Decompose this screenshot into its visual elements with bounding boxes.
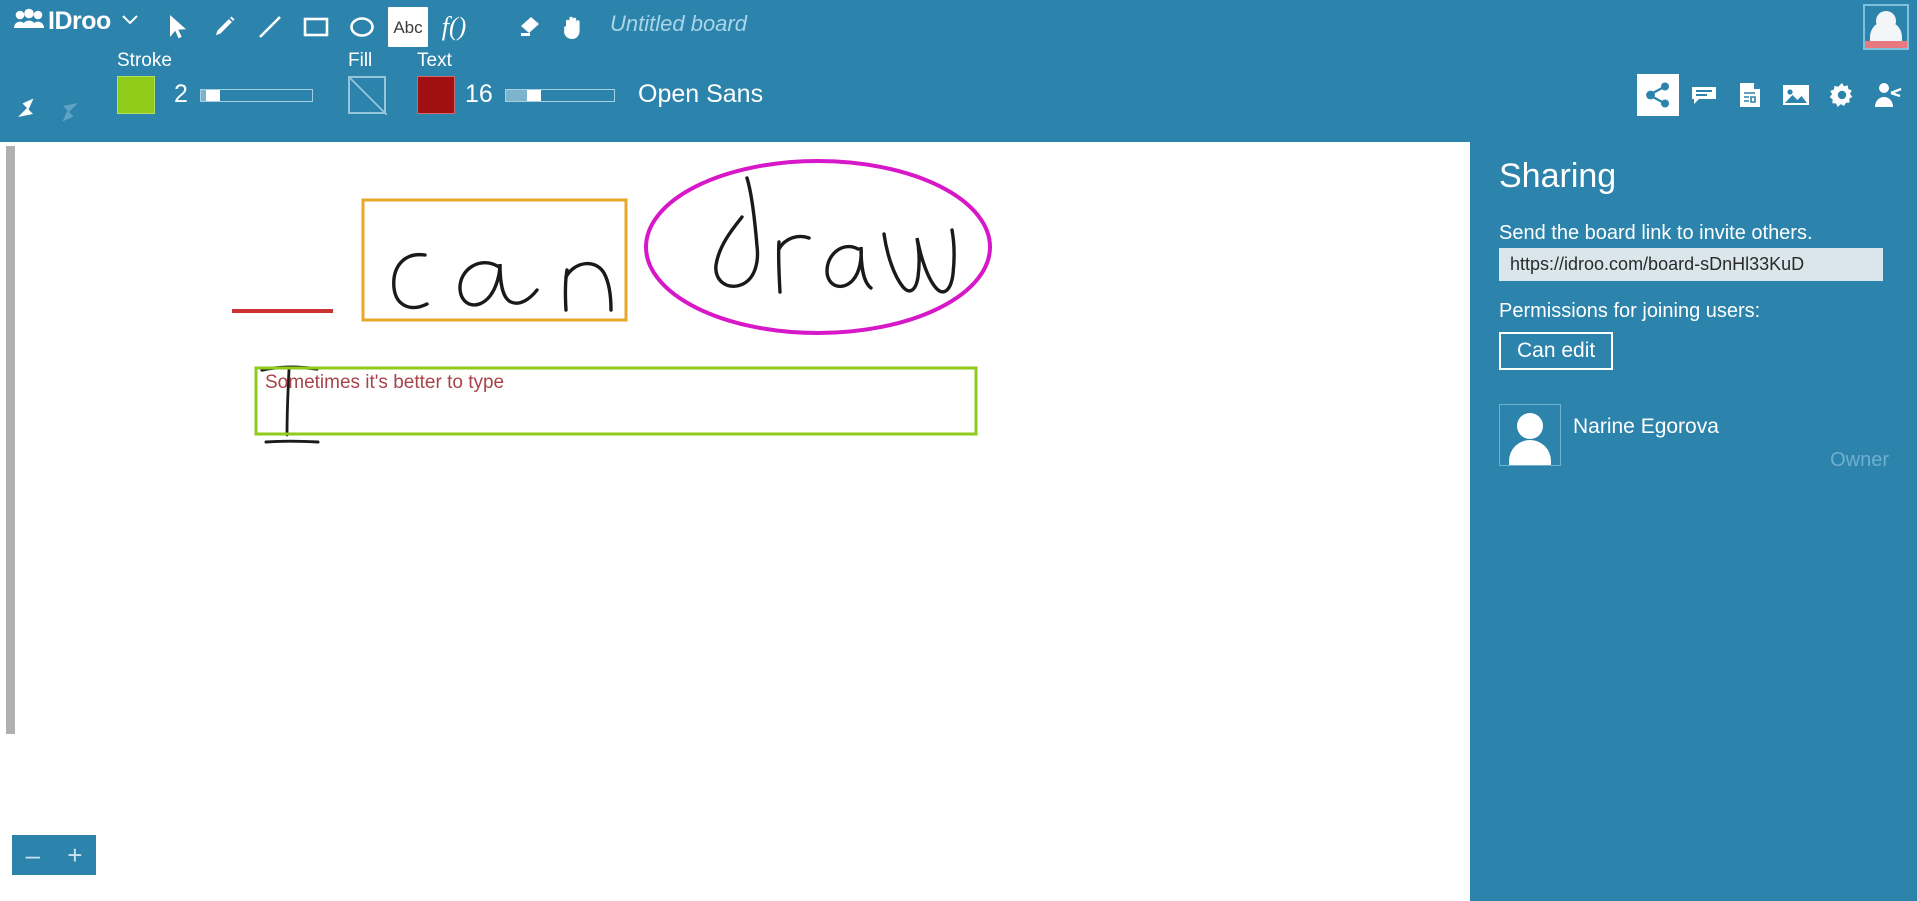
whiteboard-canvas[interactable]: Sometimes it's better to type — [0, 142, 1203, 739]
tool-group: Abc f() — [158, 0, 600, 54]
select-tool[interactable] — [158, 7, 198, 47]
text-color-swatch[interactable] — [417, 76, 455, 114]
rectangle-tool[interactable] — [296, 7, 336, 47]
gear-icon[interactable] — [1821, 74, 1863, 116]
fill-label: Fill — [348, 50, 373, 71]
eraser-tool[interactable] — [508, 7, 548, 47]
sharing-panel: Sharing Send the board link to invite ot… — [1470, 142, 1917, 901]
zoom-out-button[interactable]: – — [26, 842, 40, 868]
stroke-color-swatch[interactable] — [117, 76, 155, 114]
page-title: Sharing — [1499, 157, 1617, 195]
board-link-input[interactable] — [1499, 248, 1883, 281]
handwriting-word-can — [392, 253, 613, 312]
presenter-icon[interactable] — [1867, 74, 1909, 116]
canvas-vertical-scrollbar[interactable] — [6, 146, 15, 734]
chevron-down-icon[interactable] — [122, 12, 138, 30]
function-icon: f() — [441, 12, 467, 41]
stroke-slider-knob[interactable] — [206, 90, 220, 101]
member-avatar — [1499, 404, 1561, 466]
member-name: Narine Egorova — [1573, 415, 1719, 438]
avatar-body — [1870, 21, 1902, 41]
member-avatar-body — [1509, 440, 1551, 465]
permission-dropdown-button[interactable]: Can edit — [1499, 332, 1614, 370]
undo-button[interactable] — [8, 96, 42, 130]
text-slider-knob[interactable] — [527, 90, 541, 101]
board-title[interactable]: Untitled board — [610, 11, 747, 37]
handwriting-word-draw — [714, 176, 956, 294]
panel-icon-group — [1637, 74, 1909, 116]
text-size-value: 16 — [465, 80, 493, 108]
member-role: Owner — [1830, 449, 1889, 471]
pan-tool[interactable] — [554, 7, 594, 47]
chat-icon[interactable] — [1683, 74, 1725, 116]
image-icon[interactable] — [1775, 74, 1817, 116]
brand-name: IDroo — [48, 7, 111, 35]
fill-color-swatch[interactable] — [348, 76, 387, 115]
redo-button[interactable] — [54, 96, 88, 130]
zoom-controls: – + — [12, 835, 96, 875]
ellipse-tool[interactable] — [342, 7, 382, 47]
list-item: Narine Egorova Owner — [1499, 404, 1889, 476]
stroke-size-value: 2 — [174, 80, 188, 108]
text-size-slider[interactable] — [505, 89, 615, 102]
share-icon[interactable] — [1637, 74, 1679, 116]
top-toolbar: IDroo Abc f() Untitled board — [0, 0, 1917, 54]
sharing-subtitle: Send the board link to invite others. — [1499, 222, 1813, 244]
idroo-whiteboard-app: IDroo Abc f() Untitled board Stroke 2 Fi… — [0, 0, 1917, 901]
text-tool[interactable]: Abc — [388, 7, 428, 47]
magenta-ellipse-shape — [644, 159, 992, 335]
people-icon — [14, 8, 44, 35]
pencil-tool[interactable] — [204, 7, 244, 47]
text-slider-fill — [506, 90, 528, 101]
abc-icon: Abc — [393, 17, 423, 37]
font-name-selector[interactable]: Open Sans — [638, 80, 763, 109]
avatar-status-stripe — [1865, 41, 1907, 48]
stroke-label: Stroke — [117, 50, 172, 71]
canvas-drawing — [232, 159, 992, 444]
line-tool[interactable] — [250, 7, 290, 47]
text-label: Text — [417, 50, 452, 71]
document-icon[interactable] — [1729, 74, 1771, 116]
formula-tool[interactable]: f() — [434, 7, 474, 47]
member-avatar-head — [1517, 413, 1543, 439]
avatar[interactable] — [1863, 4, 1909, 50]
stroke-size-slider[interactable] — [200, 89, 313, 102]
brand-logo[interactable]: IDroo — [14, 6, 138, 36]
permissions-label: Permissions for joining users: — [1499, 300, 1761, 322]
zoom-in-button[interactable]: + — [67, 842, 82, 868]
canvas-typed-text[interactable]: Sometimes it's better to type — [265, 372, 504, 394]
